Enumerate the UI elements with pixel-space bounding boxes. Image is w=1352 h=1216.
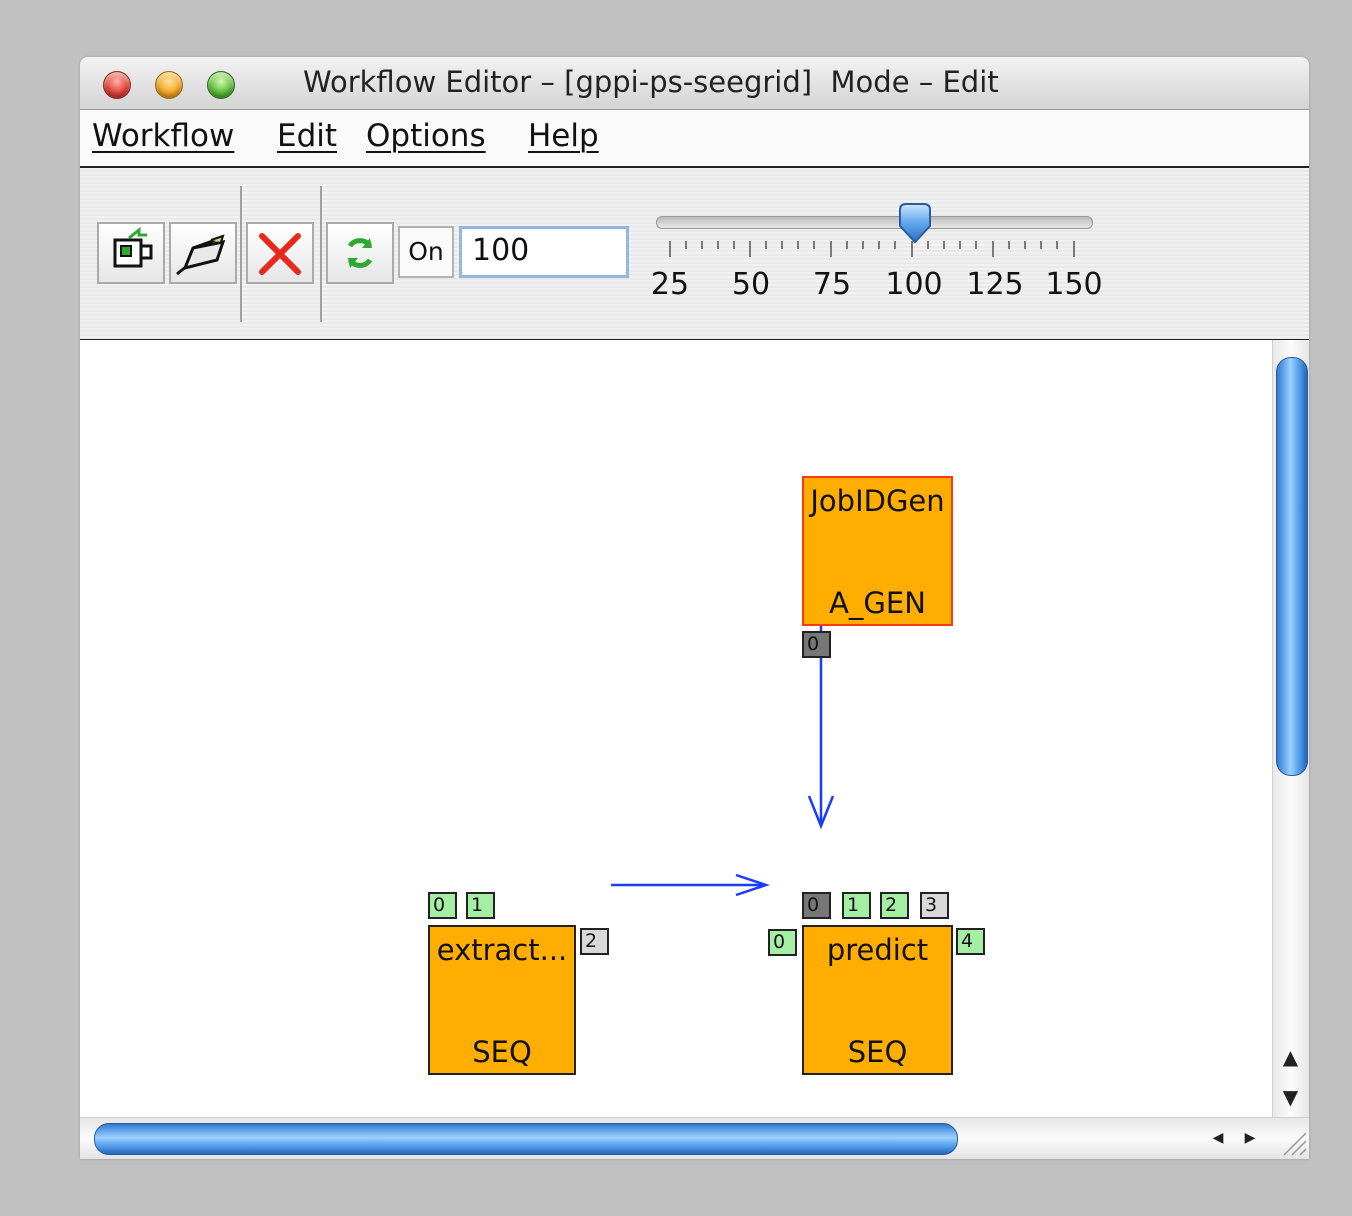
resize-grip-icon[interactable] bbox=[1272, 1117, 1309, 1159]
input-port[interactable]: 1 bbox=[842, 892, 871, 919]
zoom-window-button[interactable] bbox=[207, 71, 235, 99]
slider-label-25: 25 bbox=[650, 267, 690, 302]
menu-edit[interactable]: Edit bbox=[277, 118, 337, 154]
slider-label-75: 75 bbox=[812, 267, 852, 302]
node-type: SEQ bbox=[847, 1035, 908, 1069]
refresh-arrows-icon bbox=[347, 238, 373, 268]
slider-label-50: 50 bbox=[731, 267, 771, 302]
input-port[interactable]: 0 bbox=[428, 892, 457, 919]
horizontal-scroll-thumb[interactable] bbox=[94, 1123, 958, 1155]
input-port[interactable]: 2 bbox=[880, 892, 909, 919]
node-name: JobIDGen bbox=[810, 484, 945, 518]
zoom-slider-track[interactable] bbox=[656, 216, 1093, 229]
menu-options[interactable]: Options bbox=[366, 118, 486, 154]
delete-button[interactable] bbox=[246, 222, 314, 284]
delete-x-icon bbox=[259, 233, 301, 275]
node-name: extract... bbox=[436, 933, 568, 967]
graph-edges bbox=[611, 602, 835, 897]
node-type: A_GEN bbox=[829, 586, 926, 620]
output-port[interactable]: 4 bbox=[956, 928, 985, 955]
scroll-up-arrow-icon[interactable]: ▲ bbox=[1272, 1037, 1309, 1077]
node-name: predict bbox=[826, 933, 929, 967]
window-title: Workflow Editor – [gppi-ps-seegrid] Mode… bbox=[303, 65, 999, 99]
output-port[interactable]: 0 bbox=[802, 631, 831, 658]
workflow-editor-window: Workflow Editor – [gppi-ps-seegrid] Mode… bbox=[80, 57, 1309, 1159]
slider-label-150: 150 bbox=[1045, 267, 1103, 302]
toolbar: On 100 25 50 75 100 125 150 bbox=[80, 168, 1309, 341]
input-port[interactable]: 0 bbox=[802, 892, 831, 919]
toolbar-separator bbox=[240, 186, 242, 322]
node-type: SEQ bbox=[472, 1035, 532, 1069]
vertical-scroll-thumb[interactable] bbox=[1276, 357, 1308, 776]
slider-label-100: 100 bbox=[885, 267, 943, 302]
toolbar-separator bbox=[320, 186, 322, 322]
scroll-right-arrow-icon[interactable]: ▶ bbox=[1236, 1123, 1264, 1153]
new-workflow-button[interactable] bbox=[97, 222, 165, 284]
menu-workflow[interactable]: Workflow bbox=[92, 118, 234, 154]
connect-button[interactable] bbox=[169, 222, 237, 284]
node-extract[interactable]: extract... SEQ bbox=[428, 925, 576, 1075]
scroll-left-arrow-icon[interactable]: ◀ bbox=[1204, 1123, 1232, 1153]
slider-label-125: 125 bbox=[966, 267, 1024, 302]
input-port[interactable]: 0 bbox=[768, 929, 797, 956]
output-port[interactable]: 2 bbox=[580, 928, 609, 955]
zoom-slider-thumb[interactable] bbox=[896, 202, 934, 250]
node-jobidgen[interactable]: JobIDGen A_GEN bbox=[802, 476, 953, 626]
title-bar[interactable]: Workflow Editor – [gppi-ps-seegrid] Mode… bbox=[80, 57, 1309, 110]
input-port[interactable]: 3 bbox=[920, 892, 949, 919]
zoom-slider-ticks bbox=[669, 241, 1075, 257]
minimize-window-button[interactable] bbox=[155, 71, 183, 99]
close-window-button[interactable] bbox=[103, 71, 131, 99]
menu-help[interactable]: Help bbox=[528, 118, 599, 154]
auto-layout-toggle[interactable]: On bbox=[398, 226, 454, 278]
connect-plug-icon bbox=[176, 234, 226, 276]
workflow-canvas[interactable]: JobIDGen A_GEN 0 0 1 extract... SEQ 2 0 … bbox=[80, 340, 1272, 1117]
zoom-input[interactable]: 100 bbox=[459, 226, 629, 278]
scroll-down-arrow-icon[interactable]: ▼ bbox=[1272, 1077, 1309, 1117]
new-workflow-icon bbox=[113, 226, 153, 268]
menu-bar: Workflow Edit Options Help bbox=[80, 110, 1309, 168]
input-port[interactable]: 1 bbox=[466, 892, 495, 919]
node-predict[interactable]: predict SEQ bbox=[802, 925, 953, 1075]
refresh-button[interactable] bbox=[326, 222, 394, 284]
